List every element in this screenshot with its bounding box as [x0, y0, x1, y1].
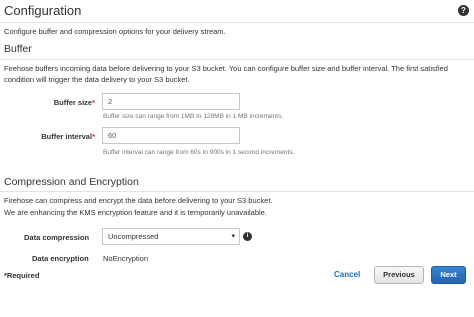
title-divider — [0, 22, 474, 23]
page-subtitle: Configure buffer and compression options… — [4, 27, 226, 36]
cancel-button[interactable]: Cancel — [334, 270, 360, 279]
help-icon[interactable]: ? — [458, 5, 469, 16]
compression-divider — [0, 191, 474, 192]
buffer-size-label: Buffer size* — [53, 98, 95, 107]
buffer-interval-hint: Buffer interval can range from 60s to 90… — [103, 149, 295, 156]
page-title: Configuration — [4, 3, 82, 18]
chevron-down-icon: ▾ — [231, 233, 235, 240]
next-button[interactable]: Next — [431, 266, 466, 284]
compression-description-line1: Firehose can compress and encrypt the da… — [4, 196, 273, 205]
buffer-interval-label: Buffer interval* — [41, 132, 95, 141]
required-note: *Required — [4, 271, 40, 280]
buffer-description-line1: Firehose buffers incoming data before de… — [4, 64, 448, 73]
buffer-heading: Buffer — [4, 43, 32, 55]
buffer-size-input[interactable]: 2 — [102, 93, 240, 110]
title-bar: Configuration ? — [0, 0, 474, 22]
info-icon[interactable]: i — [243, 232, 252, 241]
buffer-description-line2: condition will trigger the data delivery… — [4, 75, 190, 84]
buffer-divider — [0, 59, 474, 60]
buffer-size-hint: Buffer size can range from 1MB to 128MB … — [103, 113, 284, 120]
compression-heading: Compression and Encryption — [4, 176, 139, 188]
compression-description-line2: We are enhancing the KMS encryption feat… — [4, 208, 267, 217]
data-compression-value: Uncompressed — [108, 232, 159, 241]
previous-button[interactable]: Previous — [374, 266, 424, 284]
data-encryption-value: NoEncryption — [103, 254, 149, 263]
data-compression-label: Data compression — [24, 233, 90, 242]
data-compression-select[interactable]: Uncompressed ▾ — [102, 228, 240, 245]
buffer-interval-input[interactable]: 60 — [102, 127, 240, 144]
data-encryption-label: Data encryption — [32, 254, 89, 263]
